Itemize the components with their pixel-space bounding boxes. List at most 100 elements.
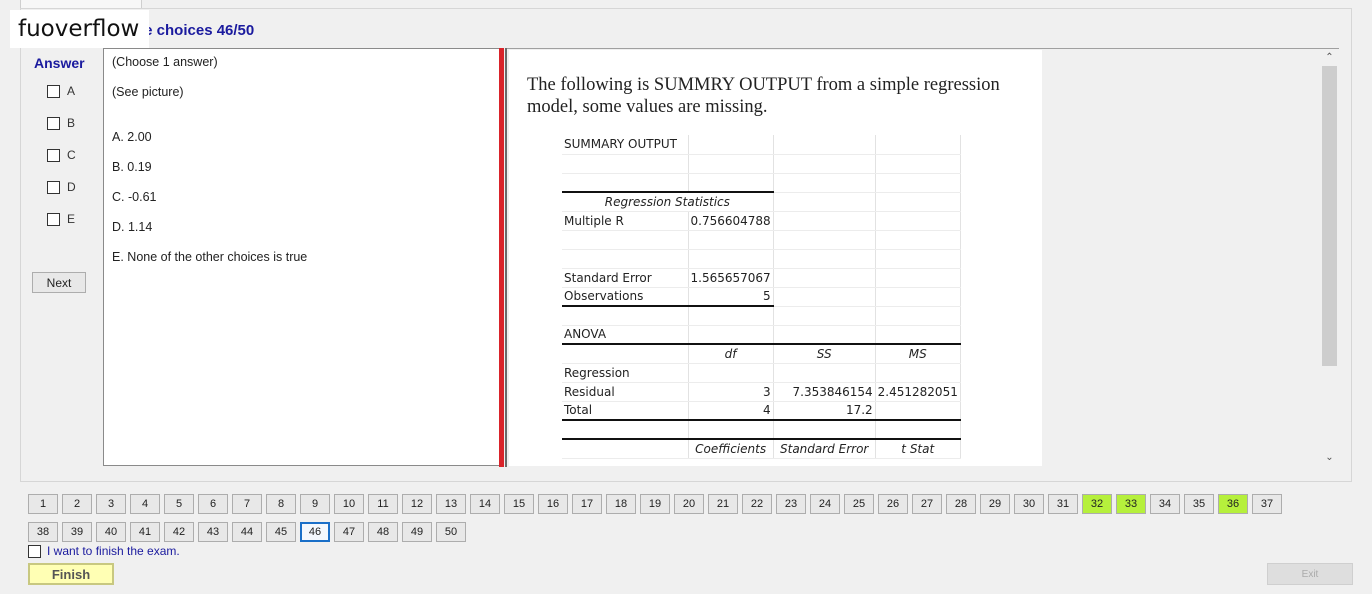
- table-cell: MS: [875, 343, 961, 364]
- question-button-44[interactable]: 44: [232, 522, 262, 542]
- question-button-11[interactable]: 11: [368, 494, 398, 514]
- choice-item: A. 2.00: [112, 130, 152, 144]
- table-cell: Regression: [562, 363, 689, 383]
- next-button[interactable]: Next: [32, 272, 86, 293]
- question-button-39[interactable]: 39: [62, 522, 92, 542]
- question-button-41[interactable]: 41: [130, 522, 160, 542]
- checkbox-icon[interactable]: [47, 116, 60, 130]
- question-button-14[interactable]: 14: [470, 494, 500, 514]
- question-button-30[interactable]: 30: [1014, 494, 1044, 514]
- choice-key: B.: [112, 160, 124, 174]
- scroll-thumb[interactable]: [1322, 66, 1337, 366]
- table-cell: 7.353846154: [773, 382, 876, 402]
- finish-button[interactable]: Finish: [28, 563, 114, 585]
- question-button-12[interactable]: 12: [402, 494, 432, 514]
- question-button-24[interactable]: 24: [810, 494, 840, 514]
- checkbox-icon[interactable]: [47, 212, 60, 226]
- choice-key: D.: [112, 220, 125, 234]
- table-cell: [875, 363, 961, 383]
- question-button-42[interactable]: 42: [164, 522, 194, 542]
- question-button-1[interactable]: 1: [28, 494, 58, 514]
- table-cell: [562, 420, 689, 440]
- question-button-15[interactable]: 15: [504, 494, 534, 514]
- question-button-20[interactable]: 20: [674, 494, 704, 514]
- question-button-40[interactable]: 40: [96, 522, 126, 542]
- question-button-34[interactable]: 34: [1150, 494, 1180, 514]
- table-cell: Observations: [562, 287, 689, 307]
- table-cell: [773, 363, 876, 383]
- scroll-down-arrow-icon[interactable]: ⌄: [1320, 450, 1339, 465]
- answer-option-b[interactable]: B: [47, 116, 75, 130]
- question-button-45[interactable]: 45: [266, 522, 296, 542]
- answer-option-c[interactable]: C: [47, 148, 76, 162]
- choice-text: -0.61: [127, 190, 157, 204]
- question-button-16[interactable]: 16: [538, 494, 568, 514]
- question-button-48[interactable]: 48: [368, 522, 398, 542]
- question-button-8[interactable]: 8: [266, 494, 296, 514]
- choice-key: A.: [112, 130, 124, 144]
- regression-table: SUMMARY OUTPUT Regression Statistics Multi…: [562, 135, 961, 459]
- question-button-23[interactable]: 23: [776, 494, 806, 514]
- scroll-up-arrow-icon[interactable]: ⌃: [1320, 50, 1339, 65]
- answer-option-a[interactable]: A: [47, 84, 75, 98]
- question-button-2[interactable]: 2: [62, 494, 92, 514]
- question-button-3[interactable]: 3: [96, 494, 126, 514]
- question-button-38[interactable]: 38: [28, 522, 58, 542]
- table-cell: t Stat: [875, 438, 961, 459]
- question-button-32[interactable]: 32: [1082, 494, 1112, 514]
- table-cell: [875, 192, 961, 212]
- checkbox-icon[interactable]: [47, 84, 60, 98]
- panel-divider[interactable]: [499, 48, 504, 467]
- table-cell: [562, 438, 689, 459]
- question-button-17[interactable]: 17: [572, 494, 602, 514]
- table-cell: [688, 363, 774, 383]
- question-button-50[interactable]: 50: [436, 522, 466, 542]
- question-button-13[interactable]: 13: [436, 494, 466, 514]
- checkbox-icon[interactable]: [47, 180, 60, 194]
- question-button-19[interactable]: 19: [640, 494, 670, 514]
- question-button-27[interactable]: 27: [912, 494, 942, 514]
- question-button-43[interactable]: 43: [198, 522, 228, 542]
- question-button-47[interactable]: 47: [334, 522, 364, 542]
- answer-option-d[interactable]: D: [47, 180, 76, 194]
- table-cell: [875, 249, 961, 269]
- question-button-26[interactable]: 26: [878, 494, 908, 514]
- checkbox-icon[interactable]: [47, 148, 60, 162]
- question-button-21[interactable]: 21: [708, 494, 738, 514]
- section-title: le choices 46/50: [140, 22, 255, 39]
- question-button-22[interactable]: 22: [742, 494, 772, 514]
- question-button-49[interactable]: 49: [402, 522, 432, 542]
- table-row: [562, 154, 961, 174]
- table-cell: [688, 230, 774, 250]
- question-button-10[interactable]: 10: [334, 494, 364, 514]
- question-button-25[interactable]: 25: [844, 494, 874, 514]
- table-cell: Total: [562, 401, 689, 421]
- question-button-35[interactable]: 35: [1184, 494, 1214, 514]
- question-button-31[interactable]: 31: [1048, 494, 1078, 514]
- answer-option-e[interactable]: E: [47, 212, 75, 226]
- question-button-4[interactable]: 4: [130, 494, 160, 514]
- table-cell: 3: [688, 382, 774, 402]
- question-button-18[interactable]: 18: [606, 494, 636, 514]
- question-button-46[interactable]: 46: [300, 522, 330, 542]
- question-button-36[interactable]: 36: [1218, 494, 1248, 514]
- question-button-29[interactable]: 29: [980, 494, 1010, 514]
- question-button-6[interactable]: 6: [198, 494, 228, 514]
- question-button-7[interactable]: 7: [232, 494, 262, 514]
- question-button-28[interactable]: 28: [946, 494, 976, 514]
- exit-button[interactable]: Exit: [1267, 563, 1353, 585]
- question-button-37[interactable]: 37: [1252, 494, 1282, 514]
- finish-exam-checkbox[interactable]: I want to finish the exam.: [28, 544, 180, 558]
- table-cell: [562, 343, 689, 364]
- choice-key: C.: [112, 190, 125, 204]
- question-button-33[interactable]: 33: [1116, 494, 1146, 514]
- table-cell: [688, 135, 774, 155]
- table-cell: [773, 325, 876, 345]
- table-cell: [875, 154, 961, 174]
- question-button-5[interactable]: 5: [164, 494, 194, 514]
- image-scrollbar[interactable]: ⌃ ⌄: [1320, 50, 1339, 465]
- checkbox-icon[interactable]: [28, 544, 41, 558]
- table-row: [562, 173, 961, 193]
- question-button-9[interactable]: 9: [300, 494, 330, 514]
- table-cell: [562, 173, 689, 193]
